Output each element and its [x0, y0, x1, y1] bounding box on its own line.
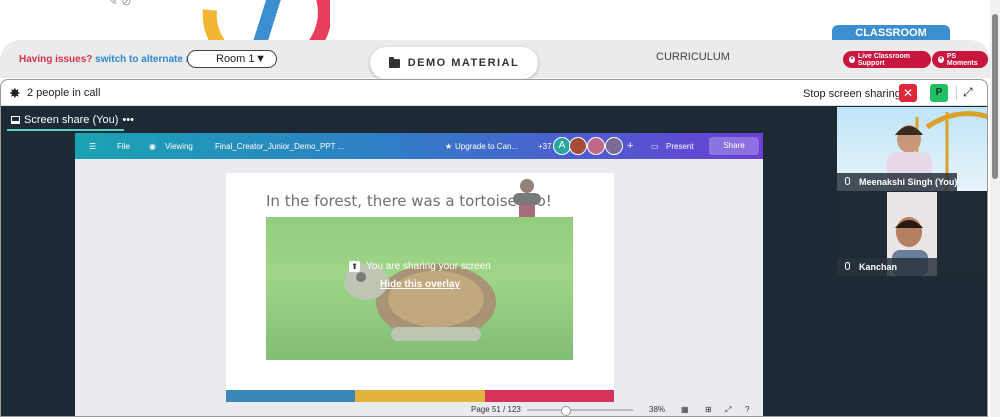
star-icon: ★ [445, 142, 453, 151]
classroom-tab[interactable]: CLASSROOM [832, 25, 950, 47]
help-icon[interactable]: ? [745, 405, 749, 414]
page-indicator: Page 51 / 123 [471, 405, 521, 414]
room-select[interactable]: Room 1 ▼ [187, 50, 277, 68]
people-count: 2 people in call [27, 87, 101, 99]
call-header: ✸ 2 people in call Stop screen sharing ✕… [1, 80, 987, 106]
filename[interactable]: Final_Creator_Junior_Demo_PPT ... [215, 142, 344, 151]
participant-video-kanchan: Kanchan [837, 192, 987, 276]
chevron-down-icon: ▼ [255, 53, 266, 65]
participant-name-label: Meenakshi Singh (You) [837, 173, 958, 191]
viewing-menu[interactable]: Viewing [165, 142, 193, 151]
divider [956, 86, 957, 100]
more-icon[interactable]: ••• [122, 114, 134, 126]
file-menu[interactable]: File [117, 142, 130, 151]
zoom-slider[interactable] [527, 406, 633, 416]
stop-sharing-button[interactable]: ✕ [899, 84, 917, 102]
participant-name: Kanchan [859, 262, 898, 272]
present-button[interactable]: Present [666, 142, 694, 151]
live-support-label: Live Classroom Support [857, 52, 910, 67]
canva-toolbar: ☰ File ◉ Viewing Final_Creator_Junior_De… [75, 133, 763, 159]
thumbnail-icon[interactable]: ⊞ [705, 405, 712, 414]
issue-text: Having issues? [19, 54, 93, 65]
menu-icon[interactable]: ☰ [89, 142, 96, 151]
share-button[interactable]: Share [709, 137, 759, 155]
microphone-icon [845, 177, 850, 185]
video-call-panel: ✸ 2 people in call Stop screen sharing ✕… [0, 79, 988, 417]
participant-name-label: Kanchan [837, 258, 937, 276]
room-select-value: Room 1 [216, 53, 255, 65]
upload-icon: ⬆ [349, 261, 361, 272]
participant-name: Meenakshi Singh (You) [859, 177, 958, 187]
close-circle-icon: × [938, 56, 944, 63]
link-icon[interactable]: ⊘ [121, 0, 131, 8]
curriculum-tab[interactable]: CURRICULUM [656, 51, 730, 63]
hide-overlay-link[interactable]: Hide this overlay [349, 279, 491, 290]
top-toolbar-icons: ✎ ⊘ [108, 0, 131, 8]
demo-material-button[interactable]: DEMO MATERIAL [370, 47, 538, 79]
participant-video-self: Meenakshi Singh (You) [837, 107, 987, 191]
app-root: ✎ ⊘ CLASSROOM Having issues? switch to a… [0, 0, 1000, 417]
live-support-button[interactable]: × Live Classroom Support [843, 51, 931, 68]
demo-material-label: DEMO MATERIAL [407, 57, 520, 69]
gear-icon[interactable]: ✸ [9, 86, 21, 100]
folder-icon [388, 56, 400, 68]
plus-icon[interactable]: + [627, 140, 633, 152]
fullscreen-icon[interactable]: ⤢ [963, 85, 973, 100]
avatar[interactable] [587, 137, 605, 155]
ps-moments-button[interactable]: × PS Moments [932, 51, 988, 68]
sharing-overlay: ⬆ You are sharing your screen Hide this … [349, 261, 491, 290]
grid-icon[interactable]: ▦ [681, 405, 689, 414]
share-label: Share [723, 141, 745, 150]
sharing-message: You are sharing your screen [366, 261, 491, 272]
zoom-level: 38% [649, 405, 666, 414]
present-icon: ▭ [651, 142, 659, 151]
scrollbar-thumb[interactable] [992, 14, 998, 179]
upgrade-button[interactable]: Upgrade to Can... [455, 142, 518, 151]
collaborator-count: +37 [538, 142, 552, 151]
screen-share-tab-label: Screen share (You) [24, 114, 119, 126]
active-tab-indicator [7, 129, 124, 131]
pencil-icon[interactable]: ✎ [108, 0, 118, 8]
close-circle-icon: × [849, 56, 855, 63]
participant-button[interactable]: P [930, 84, 948, 102]
avatar[interactable] [569, 137, 587, 155]
screen-icon [11, 116, 20, 124]
eye-icon: ◉ [149, 142, 156, 151]
canva-status-bar: Page 51 / 123 38% ▦ ⊞ ⤢ ? [75, 401, 763, 416]
page-scrollbar[interactable] [990, 0, 1000, 417]
fullscreen-icon[interactable]: ⤢ [725, 405, 731, 415]
microphone-icon [845, 262, 850, 270]
stop-sharing-label: Stop screen sharing [803, 88, 901, 100]
screen-share-tab[interactable]: Screen share (You) ••• [11, 114, 134, 126]
avatar[interactable] [605, 137, 623, 155]
ps-moments-label: PS Moments [946, 52, 978, 67]
shared-screen: ☰ File ◉ Viewing Final_Creator_Junior_De… [75, 133, 763, 416]
issue-notice: Having issues? switch to alternate room [19, 54, 211, 65]
